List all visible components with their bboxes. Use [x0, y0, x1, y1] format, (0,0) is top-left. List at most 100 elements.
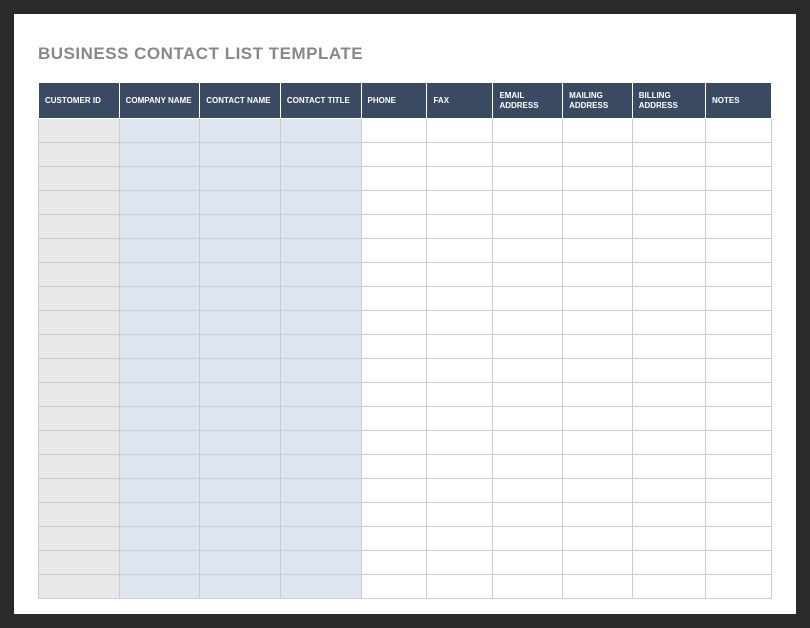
table-cell[interactable]	[200, 119, 281, 143]
table-cell[interactable]	[493, 527, 563, 551]
table-cell[interactable]	[200, 143, 281, 167]
table-cell[interactable]	[39, 503, 120, 527]
table-cell[interactable]	[563, 119, 633, 143]
table-cell[interactable]	[361, 311, 427, 335]
table-cell[interactable]	[200, 311, 281, 335]
table-cell[interactable]	[427, 455, 493, 479]
table-cell[interactable]	[280, 287, 361, 311]
table-cell[interactable]	[361, 167, 427, 191]
table-cell[interactable]	[563, 167, 633, 191]
table-cell[interactable]	[39, 407, 120, 431]
table-cell[interactable]	[632, 287, 705, 311]
table-cell[interactable]	[39, 431, 120, 455]
table-cell[interactable]	[493, 455, 563, 479]
table-cell[interactable]	[280, 431, 361, 455]
table-cell[interactable]	[39, 383, 120, 407]
table-cell[interactable]	[427, 551, 493, 575]
table-cell[interactable]	[427, 143, 493, 167]
table-cell[interactable]	[632, 335, 705, 359]
table-cell[interactable]	[280, 575, 361, 599]
table-cell[interactable]	[563, 191, 633, 215]
table-cell[interactable]	[119, 215, 200, 239]
table-cell[interactable]	[427, 407, 493, 431]
table-cell[interactable]	[39, 359, 120, 383]
table-cell[interactable]	[493, 263, 563, 287]
table-cell[interactable]	[632, 455, 705, 479]
table-cell[interactable]	[39, 167, 120, 191]
table-cell[interactable]	[563, 479, 633, 503]
table-cell[interactable]	[200, 335, 281, 359]
table-cell[interactable]	[280, 311, 361, 335]
table-cell[interactable]	[427, 215, 493, 239]
table-cell[interactable]	[427, 479, 493, 503]
table-cell[interactable]	[119, 287, 200, 311]
table-cell[interactable]	[427, 503, 493, 527]
table-cell[interactable]	[200, 383, 281, 407]
table-cell[interactable]	[705, 431, 771, 455]
table-cell[interactable]	[361, 407, 427, 431]
table-cell[interactable]	[493, 143, 563, 167]
table-cell[interactable]	[563, 143, 633, 167]
table-cell[interactable]	[280, 479, 361, 503]
table-cell[interactable]	[493, 167, 563, 191]
table-cell[interactable]	[563, 527, 633, 551]
table-cell[interactable]	[361, 335, 427, 359]
table-cell[interactable]	[427, 239, 493, 263]
table-cell[interactable]	[705, 383, 771, 407]
table-cell[interactable]	[119, 551, 200, 575]
table-cell[interactable]	[200, 239, 281, 263]
table-cell[interactable]	[39, 263, 120, 287]
table-cell[interactable]	[427, 167, 493, 191]
table-cell[interactable]	[200, 263, 281, 287]
table-cell[interactable]	[39, 455, 120, 479]
table-cell[interactable]	[493, 407, 563, 431]
table-cell[interactable]	[493, 431, 563, 455]
table-cell[interactable]	[280, 383, 361, 407]
table-cell[interactable]	[200, 431, 281, 455]
table-cell[interactable]	[361, 479, 427, 503]
table-cell[interactable]	[493, 551, 563, 575]
table-cell[interactable]	[563, 407, 633, 431]
table-cell[interactable]	[705, 359, 771, 383]
table-cell[interactable]	[39, 215, 120, 239]
table-cell[interactable]	[361, 359, 427, 383]
table-cell[interactable]	[119, 119, 200, 143]
table-cell[interactable]	[705, 311, 771, 335]
table-cell[interactable]	[563, 575, 633, 599]
table-cell[interactable]	[427, 311, 493, 335]
table-cell[interactable]	[39, 575, 120, 599]
table-cell[interactable]	[280, 455, 361, 479]
table-cell[interactable]	[563, 215, 633, 239]
table-cell[interactable]	[427, 527, 493, 551]
table-cell[interactable]	[361, 551, 427, 575]
table-cell[interactable]	[39, 527, 120, 551]
table-cell[interactable]	[119, 263, 200, 287]
table-cell[interactable]	[705, 191, 771, 215]
table-cell[interactable]	[632, 527, 705, 551]
table-cell[interactable]	[361, 431, 427, 455]
table-cell[interactable]	[705, 479, 771, 503]
table-cell[interactable]	[280, 551, 361, 575]
table-cell[interactable]	[427, 191, 493, 215]
table-cell[interactable]	[632, 383, 705, 407]
table-cell[interactable]	[200, 191, 281, 215]
table-cell[interactable]	[361, 575, 427, 599]
table-cell[interactable]	[705, 239, 771, 263]
table-cell[interactable]	[632, 311, 705, 335]
table-cell[interactable]	[493, 479, 563, 503]
table-cell[interactable]	[563, 311, 633, 335]
table-cell[interactable]	[280, 335, 361, 359]
table-cell[interactable]	[705, 143, 771, 167]
table-cell[interactable]	[563, 551, 633, 575]
table-cell[interactable]	[493, 239, 563, 263]
table-cell[interactable]	[200, 215, 281, 239]
table-cell[interactable]	[200, 359, 281, 383]
table-cell[interactable]	[493, 119, 563, 143]
table-cell[interactable]	[427, 359, 493, 383]
table-cell[interactable]	[493, 383, 563, 407]
table-cell[interactable]	[119, 527, 200, 551]
table-cell[interactable]	[119, 431, 200, 455]
table-cell[interactable]	[705, 551, 771, 575]
table-cell[interactable]	[705, 263, 771, 287]
table-cell[interactable]	[200, 407, 281, 431]
